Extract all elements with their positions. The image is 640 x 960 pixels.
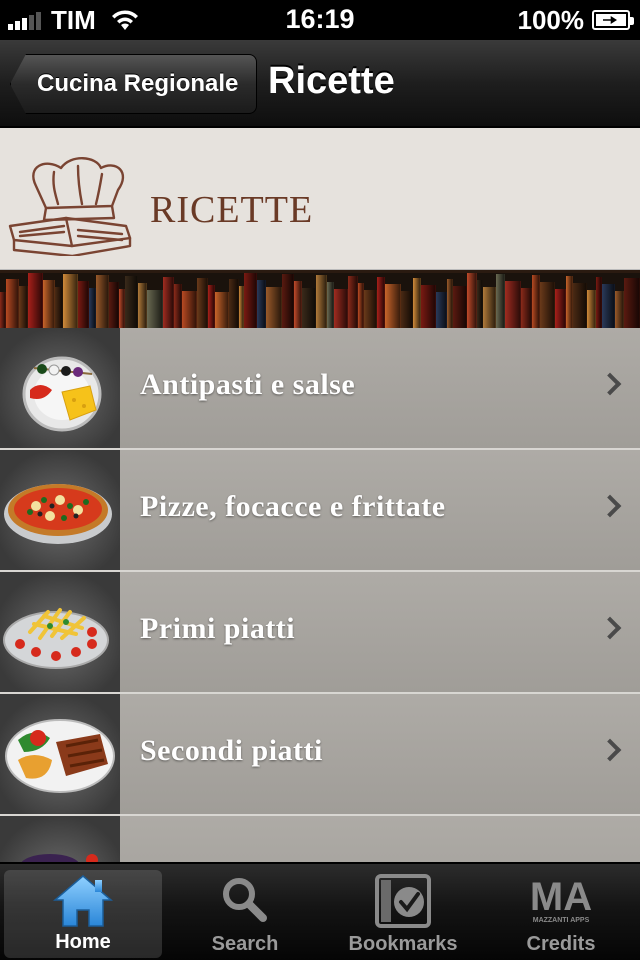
status-right: 100% [517, 4, 634, 35]
book-spine [63, 274, 78, 328]
book-spine [281, 274, 294, 328]
tab-search[interactable]: Search [166, 864, 324, 960]
page-title: Ricette [268, 60, 395, 102]
book-spine [401, 291, 414, 328]
tab-label: Credits [526, 933, 596, 955]
appetizer-plate-icon [0, 328, 120, 448]
meat-plate-icon [0, 694, 120, 814]
pasta-plate-icon [0, 572, 120, 692]
tab-label: Bookmarks [348, 933, 458, 955]
book-spine [565, 276, 573, 328]
tab-bar: Home Search Bookmarks MA MAZZANTI APPS C… [0, 862, 640, 960]
book-spine [446, 279, 454, 328]
book-spine [347, 276, 358, 328]
book-spine [174, 284, 183, 328]
book-spine [257, 280, 267, 328]
recipe-category-list: Antipasti e salse Pizze, focacce e fritt… [0, 328, 640, 862]
book-spine [555, 289, 566, 328]
book-spine [453, 286, 468, 328]
book-spine [540, 282, 555, 328]
book-spine [572, 283, 587, 328]
book-spine [420, 285, 436, 328]
book-spine [182, 291, 198, 328]
list-item-label: Primi piatti [140, 612, 296, 645]
recipes-banner: RICETTE [0, 128, 640, 270]
book-spine [95, 275, 110, 328]
tab-home[interactable]: Home [4, 870, 162, 958]
book-spine [334, 289, 348, 328]
home-icon [52, 875, 114, 927]
book-spine [615, 291, 625, 328]
ma-logo-subtitle: MAZZANTI APPS [533, 917, 590, 924]
book-spine [197, 278, 208, 328]
list-item-label: Secondi piatti [140, 734, 323, 767]
search-icon [223, 878, 267, 922]
book-spine [413, 278, 421, 328]
book-spine [467, 273, 478, 328]
book-spine [27, 273, 44, 328]
book-spine [88, 288, 96, 328]
book-spine [376, 277, 386, 328]
book-spine [5, 279, 19, 328]
list-item-partial[interactable] [0, 816, 640, 862]
book-spine [316, 275, 328, 328]
pizza-icon [0, 450, 120, 570]
book-spine [363, 290, 377, 328]
book-spine [18, 286, 28, 328]
book-spine [532, 275, 541, 328]
book-spine [520, 288, 533, 328]
back-button[interactable]: Cucina Regionale [10, 54, 258, 114]
list-item-secondi[interactable]: Secondi piatti [0, 694, 640, 816]
book-spine [624, 278, 640, 328]
chevron-right-icon [598, 372, 622, 396]
vegetable-plate-icon [0, 816, 120, 862]
tab-credits[interactable]: MA MAZZANTI APPS Credits [482, 864, 640, 960]
bookshelf-decoration [0, 270, 640, 328]
book-spine [435, 292, 447, 328]
battery-percentage: 100% [517, 4, 585, 35]
book-spine [327, 282, 335, 328]
book-spine [301, 288, 317, 328]
chef-hat-book-illustration [8, 157, 132, 256]
book-spine [586, 290, 597, 328]
tab-bookmarks[interactable]: Bookmarks [324, 864, 482, 960]
book-spine [125, 276, 139, 328]
book-spine [293, 281, 302, 328]
back-button-label: Cucina Regionale [37, 70, 239, 97]
book-spine [244, 273, 258, 328]
list-item-label: Pizze, focacce e frittate [140, 490, 446, 523]
chevron-right-icon [598, 494, 622, 518]
bookmark-check-icon [375, 874, 431, 928]
book-spine [495, 274, 505, 328]
book-spine [483, 287, 496, 328]
list-item-antipasti[interactable]: Antipasti e salse [0, 328, 640, 450]
book-spine [602, 284, 616, 328]
book-spine [214, 292, 229, 328]
book-spine [43, 280, 56, 328]
list-item-primi[interactable]: Primi piatti [0, 572, 640, 694]
book-spine [138, 283, 147, 328]
list-item-label: Antipasti e salse [140, 368, 356, 401]
status-bar: TIM 16:19 100% [0, 0, 640, 40]
book-spine [504, 281, 521, 328]
banner-title: RICETTE [150, 189, 314, 231]
chevron-right-icon [598, 616, 622, 640]
book-spine [162, 277, 175, 328]
book-spine [266, 287, 282, 328]
book-spine [55, 287, 64, 328]
navigation-bar: Cucina Regionale Ricette [0, 40, 640, 128]
list-item-pizze[interactable]: Pizze, focacce e frittate [0, 450, 640, 572]
ma-logo-letters: MA [530, 875, 592, 919]
tab-label: Search [211, 933, 279, 955]
book-spine [77, 281, 89, 328]
battery-charging-icon [592, 10, 634, 30]
book-spine [146, 290, 163, 328]
book-spine [228, 279, 239, 328]
ma-logo-icon: MA MAZZANTI APPS [530, 875, 592, 924]
tab-label: Home [55, 931, 111, 953]
book-spine [109, 282, 120, 328]
book-spine [385, 284, 402, 328]
book-spine [208, 285, 215, 328]
chevron-right-icon [598, 738, 622, 762]
